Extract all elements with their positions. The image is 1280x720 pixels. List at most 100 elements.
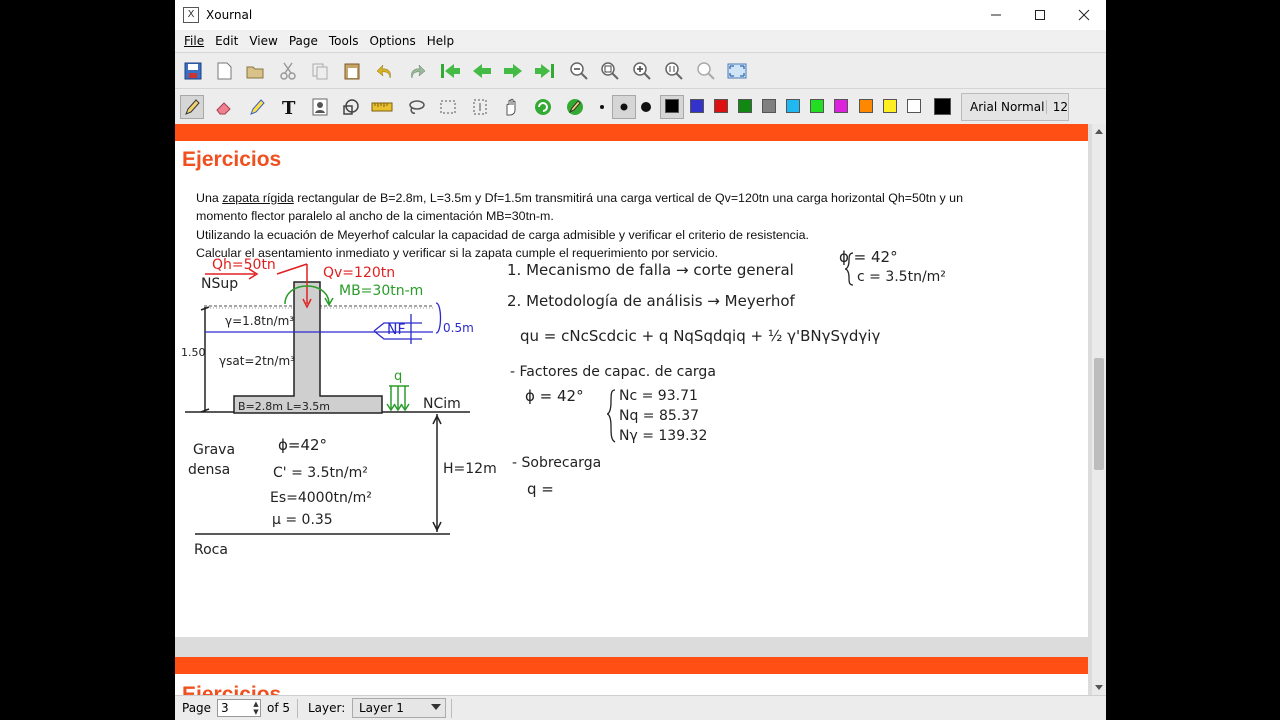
- maximize-button[interactable]: [1018, 0, 1062, 30]
- font-name: Arial Normal: [970, 100, 1045, 114]
- next-page[interactable]: Ejercicios: [175, 657, 1088, 695]
- scroll-thumb[interactable]: [1094, 358, 1104, 470]
- brace-mark: [606, 389, 616, 443]
- hw-phi-2: ϕ = 42°: [525, 387, 584, 405]
- page-label: Page: [182, 701, 212, 715]
- hw-q-eq: q =: [527, 480, 554, 498]
- xournal-app-icon: X: [183, 7, 199, 23]
- hand-icon[interactable]: [499, 95, 523, 119]
- undo-icon[interactable]: [373, 59, 397, 83]
- xournal-window: X Xournal File Edit View Page Tools Opti…: [175, 0, 1106, 720]
- color-swatch-red[interactable]: [714, 99, 728, 113]
- menu-edit[interactable]: Edit: [215, 34, 238, 48]
- hw-nf-depth: 0.5m: [443, 321, 474, 335]
- hw-item-2: 2. Metodología de análisis → Meyerhof: [507, 292, 795, 310]
- color-swatch-light-green[interactable]: [810, 99, 824, 113]
- footing-sketch: [185, 263, 470, 535]
- zoom-in-icon[interactable]: [630, 59, 654, 83]
- vertical-scrollbar[interactable]: [1092, 124, 1106, 695]
- hw-q: q: [394, 369, 403, 384]
- previous-page-icon[interactable]: [470, 59, 494, 83]
- hw-densa: densa: [188, 462, 231, 478]
- document-canvas[interactable]: Ejercicios Una zapata rígida rectangular…: [175, 124, 1092, 695]
- paste-icon[interactable]: [340, 59, 364, 83]
- color-swatch-blue[interactable]: [690, 99, 704, 113]
- menu-file[interactable]: File: [184, 34, 204, 48]
- menu-options[interactable]: Options: [369, 34, 415, 48]
- hw-nq: Nq = 85.37: [619, 408, 700, 424]
- color-swatch-green[interactable]: [738, 99, 752, 113]
- scroll-down-icon[interactable]: [1095, 685, 1103, 690]
- save-icon[interactable]: [181, 59, 205, 83]
- page-spin-icon[interactable]: ▲ ▼: [251, 700, 261, 716]
- thickness-thick-icon[interactable]: [634, 95, 658, 119]
- default-tool-icon[interactable]: [531, 95, 555, 119]
- hw-es: Es=4000tn/m²: [270, 490, 372, 506]
- layer-label: Layer:: [308, 701, 346, 715]
- last-page-icon[interactable]: [533, 59, 557, 83]
- hw-gamma: γ=1.8tn/m³: [225, 314, 295, 328]
- hw-c: C' = 3.5tn/m²: [273, 465, 368, 481]
- text-icon[interactable]: T: [276, 95, 300, 119]
- thickness-medium-icon[interactable]: [612, 95, 636, 119]
- default-pen-icon[interactable]: [563, 95, 587, 119]
- color-chooser-button[interactable]: [934, 98, 951, 115]
- cut-icon[interactable]: [276, 59, 300, 83]
- window-title: Xournal: [206, 8, 253, 22]
- close-button[interactable]: [1062, 0, 1106, 30]
- next-page-icon[interactable]: [501, 59, 525, 83]
- hw-phi-c-2: c = 3.5tn/m²: [857, 269, 946, 285]
- hw-roca: Roca: [194, 542, 228, 558]
- hw-qh: Qh=50tn: [212, 257, 276, 273]
- copy-icon[interactable]: [308, 59, 332, 83]
- hw-mu: μ = 0.35: [272, 512, 333, 528]
- menu-view[interactable]: View: [249, 34, 277, 48]
- title-bar: X Xournal: [175, 0, 1106, 30]
- zoom-out-icon[interactable]: [567, 59, 591, 83]
- ruler-icon[interactable]: [370, 95, 394, 119]
- shape-recognizer-icon[interactable]: [339, 95, 363, 119]
- hw-mb: MB=30tn-m: [339, 283, 424, 299]
- hw-nf: NF: [387, 322, 406, 338]
- minimize-button[interactable]: [974, 0, 1018, 30]
- hw-qv: Qv=120tn: [323, 265, 396, 281]
- color-swatch-white[interactable]: [907, 99, 921, 113]
- chevron-down-icon[interactable]: [431, 704, 441, 710]
- vertical-space-icon[interactable]: [468, 95, 492, 119]
- hw-nsup: NSup: [201, 276, 239, 292]
- page[interactable]: Ejercicios Una zapata rígida rectangular…: [175, 124, 1088, 637]
- menu-page[interactable]: Page: [289, 34, 318, 48]
- redo-icon[interactable]: [405, 59, 429, 83]
- image-icon[interactable]: [308, 95, 332, 119]
- font-size: 12: [1045, 100, 1068, 114]
- eraser-icon[interactable]: [212, 95, 236, 119]
- fullscreen-icon[interactable]: [725, 59, 749, 83]
- next-page-title: Ejercicios: [182, 683, 282, 695]
- brace-mark-2: [844, 252, 854, 286]
- open-icon[interactable]: [243, 59, 267, 83]
- rect-select-icon[interactable]: [436, 95, 460, 119]
- highlighter-icon[interactable]: [245, 95, 269, 119]
- font-button[interactable]: Arial Normal 12: [961, 93, 1069, 121]
- zoom-width-icon[interactable]: [694, 59, 718, 83]
- color-swatch-orange[interactable]: [859, 99, 873, 113]
- scroll-up-icon[interactable]: [1095, 129, 1103, 134]
- first-page-icon[interactable]: [438, 59, 462, 83]
- svg-text:T: T: [282, 98, 296, 117]
- lasso-select-icon[interactable]: [404, 95, 428, 119]
- menu-tools[interactable]: Tools: [329, 34, 359, 48]
- color-swatch-black[interactable]: [665, 99, 679, 113]
- zoom-100-icon[interactable]: [662, 59, 686, 83]
- pen-icon[interactable]: [180, 95, 204, 119]
- thickness-fine-icon[interactable]: [590, 95, 614, 119]
- color-swatch-yellow[interactable]: [883, 99, 897, 113]
- color-swatch-light-blue[interactable]: [786, 99, 800, 113]
- color-swatch-gray[interactable]: [762, 99, 776, 113]
- menu-help[interactable]: Help: [427, 34, 454, 48]
- new-page-icon[interactable]: [212, 59, 236, 83]
- hw-factores: - Factores de capac. de carga: [510, 364, 716, 380]
- zoom-fit-icon[interactable]: [598, 59, 622, 83]
- main-toolbar: [175, 52, 1106, 89]
- color-swatch-magenta[interactable]: [834, 99, 848, 113]
- hw-item-1: 1. Mecanismo de falla → corte general: [507, 261, 794, 279]
